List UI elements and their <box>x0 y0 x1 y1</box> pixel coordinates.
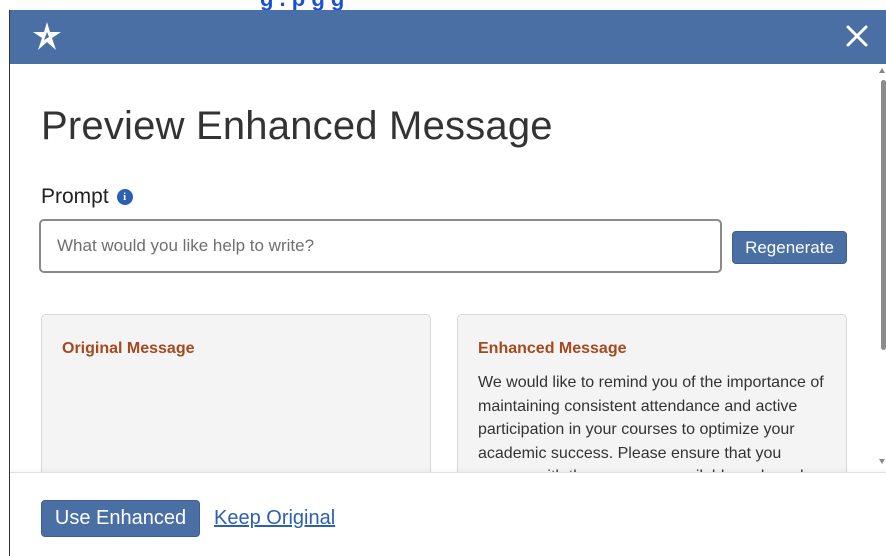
regenerate-button[interactable]: Regenerate <box>732 231 847 264</box>
enhanced-message-title: Enhanced Message <box>478 340 627 357</box>
scrollbar-thumb[interactable] <box>881 80 886 350</box>
use-enhanced-button[interactable]: Use Enhanced <box>41 500 200 537</box>
keep-original-link[interactable]: Keep Original <box>214 507 335 530</box>
enhanced-message-text: We would like to remind you of the impor… <box>478 374 824 472</box>
original-message-card: Original Message <box>41 314 431 472</box>
dialog-body[interactable]: Preview Enhanced Message Prompt i Regene… <box>10 64 886 472</box>
prompt-label-row: Prompt i <box>41 185 133 209</box>
original-message-title: Original Message <box>62 340 195 357</box>
prompt-input[interactable] <box>39 219 722 273</box>
dialog-header <box>10 10 886 64</box>
info-icon[interactable]: i <box>116 189 133 205</box>
background-page: g . p g g <box>0 0 886 10</box>
star-logo-icon <box>33 22 61 50</box>
page-title: Preview Enhanced Message <box>41 104 553 148</box>
close-icon[interactable] <box>841 20 873 52</box>
scroll-up-icon[interactable] <box>879 68 885 73</box>
prompt-label: Prompt <box>41 185 109 208</box>
background-heading-fragment: g . p g g <box>260 0 344 10</box>
preview-enhanced-message-dialog: Preview Enhanced Message Prompt i Regene… <box>9 10 886 556</box>
scroll-down-icon[interactable] <box>879 459 885 464</box>
dialog-footer: Use Enhanced Keep Original <box>10 472 886 556</box>
enhanced-message-card: Enhanced Message We would like to remind… <box>457 314 847 472</box>
